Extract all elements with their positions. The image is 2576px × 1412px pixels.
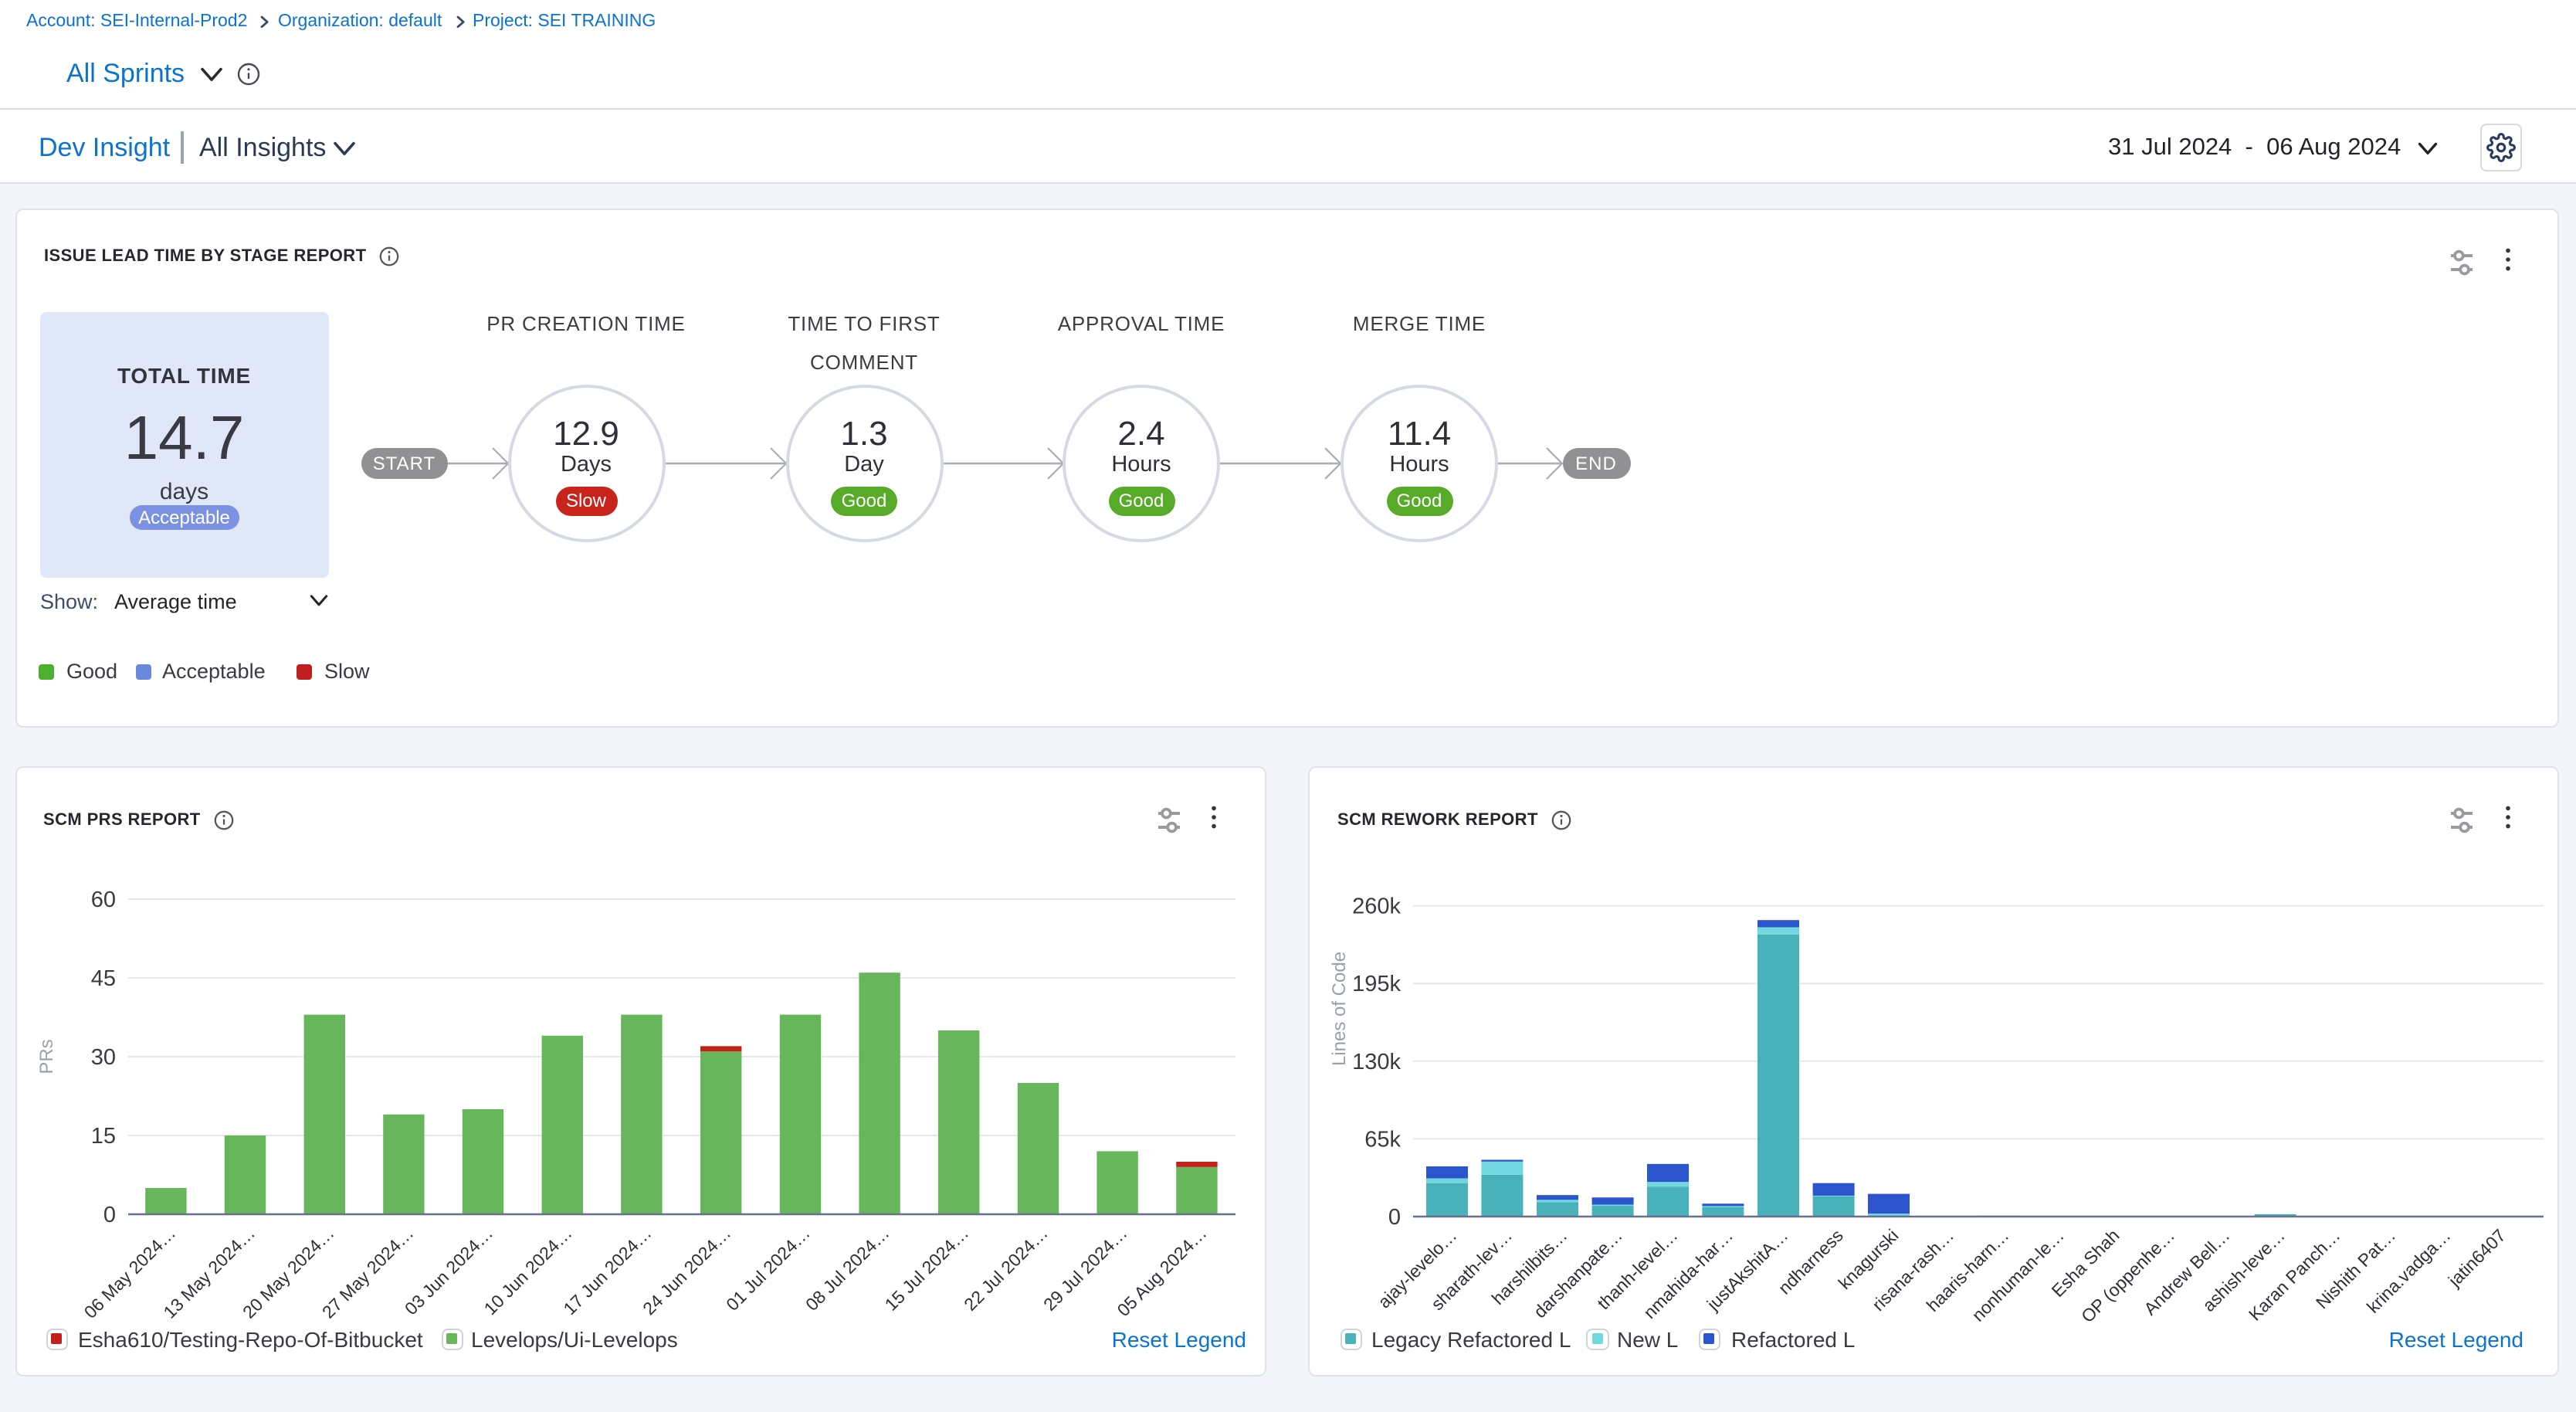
svg-text:22 Jul 2024…: 22 Jul 2024… xyxy=(960,1222,1052,1314)
svg-text:0: 0 xyxy=(103,1202,116,1227)
svg-text:PRs: PRs xyxy=(36,1038,57,1073)
svg-text:65k: 65k xyxy=(1364,1126,1401,1151)
svg-text:130k: 130k xyxy=(1352,1049,1401,1074)
svg-text:0: 0 xyxy=(1388,1204,1401,1229)
svg-text:01 Jul 2024…: 01 Jul 2024… xyxy=(722,1222,814,1314)
svg-text:45: 45 xyxy=(91,966,116,990)
svg-text:Lines of Code: Lines of Code xyxy=(1329,951,1350,1065)
svg-text:195k: 195k xyxy=(1352,971,1401,996)
svg-text:260k: 260k xyxy=(1352,894,1401,918)
svg-text:15: 15 xyxy=(91,1123,116,1148)
svg-text:60: 60 xyxy=(91,887,116,911)
svg-text:jatin6407: jatin6407 xyxy=(2444,1224,2510,1290)
svg-text:15 Jul 2024…: 15 Jul 2024… xyxy=(881,1222,973,1314)
svg-text:08 Jul 2024…: 08 Jul 2024… xyxy=(802,1222,893,1314)
svg-text:30: 30 xyxy=(91,1044,116,1069)
